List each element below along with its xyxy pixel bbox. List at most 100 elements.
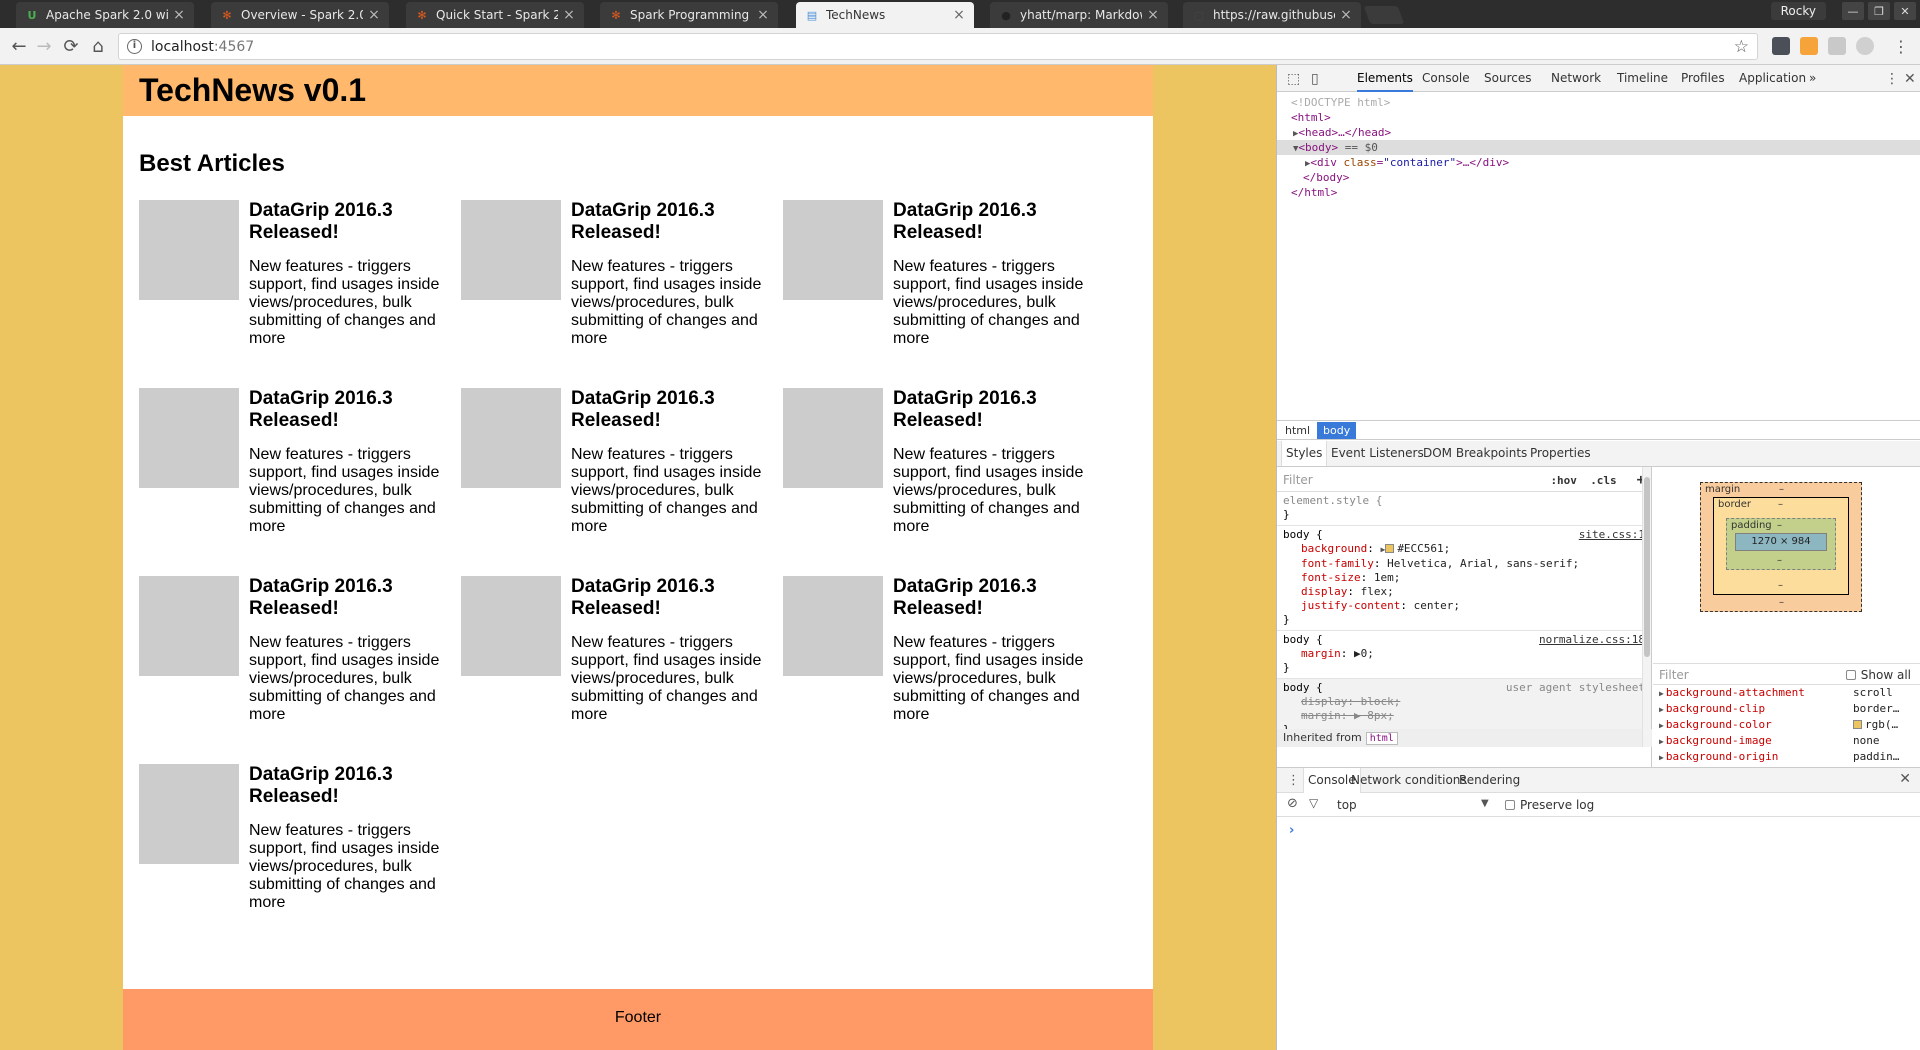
devtools-tab-console[interactable]: Console (1422, 65, 1470, 92)
browser-tab[interactable]: ✻ Spark Programming Gu × (600, 2, 778, 28)
close-tab-icon[interactable]: × (367, 7, 381, 23)
close-tab-icon[interactable]: × (562, 7, 576, 23)
browser-tab[interactable]: ● yhatt/marp: Markdown p × (990, 2, 1168, 28)
dom-div-container[interactable]: ▶<div class="container">…</div> (1277, 155, 1920, 170)
home-icon[interactable]: ⌂ (87, 36, 109, 58)
tab-properties[interactable]: Properties (1530, 441, 1591, 466)
inspect-element-icon[interactable]: ⬚ (1287, 71, 1300, 87)
css-property[interactable]: margin: ▶ 8px; (1283, 709, 1645, 723)
css-property[interactable]: font-family: Helvetica, Arial, sans-seri… (1283, 557, 1645, 571)
drawer-tab-rendering[interactable]: Rendering (1459, 768, 1520, 793)
address-bar[interactable]: i localhost:4567 ☆ (118, 33, 1758, 60)
extension-grid-icon[interactable] (1828, 37, 1846, 55)
filter-icon[interactable]: ▽ (1309, 796, 1318, 810)
computed-property[interactable]: ▶ background-origin paddin… (1653, 749, 1920, 765)
expand-triangle-icon[interactable]: ▶ (1659, 721, 1664, 730)
extension-tool-icon[interactable] (1800, 37, 1818, 55)
computed-property[interactable]: ▶ background-image none (1653, 733, 1920, 749)
rule-source-link[interactable]: normalize.css:18 (1539, 633, 1645, 647)
dom-html[interactable]: <html> (1277, 110, 1920, 125)
box-model-margin[interactable]: margin – border – padding – 1270 × 984 –… (1700, 482, 1862, 612)
menu-icon[interactable]: ⋮ (1890, 36, 1912, 58)
css-property[interactable]: display: flex; (1283, 585, 1645, 599)
extension-circle-icon[interactable] (1856, 37, 1874, 55)
devtools-tab-profiles[interactable]: Profiles (1681, 65, 1725, 92)
reload-icon[interactable]: ⟳ (60, 36, 82, 58)
hov-button[interactable]: :hov (1550, 474, 1577, 487)
breadcrumb-body[interactable]: body (1317, 422, 1357, 439)
dom-body[interactable]: ▼<body> == $0 (1277, 140, 1920, 155)
css-property[interactable]: justify-content: center; (1283, 599, 1645, 613)
close-drawer-icon[interactable]: ✕ (1899, 771, 1911, 787)
close-tab-icon[interactable]: × (1146, 7, 1160, 23)
inherited-tag[interactable]: html (1365, 732, 1398, 745)
cls-button[interactable]: .cls (1590, 474, 1617, 487)
css-property[interactable]: display: block; (1283, 695, 1645, 709)
scrollbar-thumb[interactable] (1644, 477, 1650, 657)
console-prompt[interactable]: › (1289, 823, 1294, 838)
color-swatch[interactable] (1385, 544, 1395, 553)
computed-property[interactable]: ▶ background-color rgb(… (1653, 717, 1920, 733)
expand-triangle-icon[interactable]: ▶ (1659, 689, 1664, 698)
context-selector[interactable]: top (1337, 798, 1357, 812)
css-rule[interactable]: body {normalize.css:18 margin: ▶0;} (1277, 631, 1651, 679)
expand-triangle-icon[interactable]: ▶ (1659, 737, 1664, 746)
show-all-checkbox[interactable] (1845, 670, 1856, 680)
tab-dom-breakpoints[interactable]: DOM Breakpoints (1423, 441, 1527, 466)
expand-triangle-icon[interactable]: ▶ (1659, 753, 1664, 762)
close-tab-icon[interactable]: × (756, 7, 770, 23)
back-icon[interactable]: ← (8, 36, 30, 58)
close-tab-icon[interactable]: × (1339, 7, 1353, 23)
css-property[interactable]: font-size: 1em; (1283, 571, 1645, 585)
element-style-rule[interactable]: element.style { } (1277, 492, 1651, 526)
styles-scrollbar[interactable] (1642, 467, 1651, 747)
box-model-padding[interactable]: padding – 1270 × 984 – (1726, 518, 1836, 570)
css-property[interactable]: margin: ▶0; (1283, 647, 1645, 661)
drawer-tab-network-conditions[interactable]: Network conditions (1351, 768, 1467, 793)
breadcrumb-html[interactable]: html (1279, 422, 1316, 439)
dom-head[interactable]: ▶<head>…</head> (1277, 125, 1920, 140)
css-rule[interactable]: body {site.css:1 background: ▶ #ECC561; fon… (1277, 526, 1651, 631)
extension-shield-icon[interactable] (1772, 37, 1790, 55)
computed-property[interactable]: ▶ background-attachment scroll (1653, 685, 1920, 701)
browser-tab[interactable]: ✻ Overview - Spark 2.0.2 D × (211, 2, 389, 28)
css-property[interactable]: background: ▶ #ECC561; (1283, 542, 1645, 557)
devtools-tab-sources[interactable]: Sources (1484, 65, 1531, 92)
restore-icon[interactable]: ❐ (1868, 2, 1890, 20)
rule-source-link[interactable]: site.css:1 (1579, 528, 1645, 542)
preserve-log-checkbox[interactable] (1505, 800, 1515, 810)
bookmark-star-icon[interactable]: ☆ (1734, 37, 1749, 57)
browser-tab[interactable]: ▤ TechNews × (796, 2, 974, 28)
browser-tab[interactable]: ▢ https://raw.githubuserc × (1183, 2, 1361, 28)
devtools-tab-application[interactable]: Application (1739, 65, 1806, 92)
browser-tab[interactable]: ✻ Quick Start - Spark 2.0.2 × (406, 2, 584, 28)
new-tab-button[interactable] (1363, 6, 1405, 24)
show-all-toggle[interactable]: Show all (1845, 668, 1911, 682)
dom-html-close[interactable]: </html> (1277, 185, 1920, 200)
devtools-tab-elements[interactable]: Elements (1357, 65, 1413, 92)
devtools-menu-icon[interactable]: ⋮ (1885, 71, 1899, 87)
info-icon[interactable]: i (127, 39, 142, 54)
tab-event-listeners[interactable]: Event Listeners (1331, 441, 1424, 466)
forward-icon[interactable]: → (33, 36, 55, 58)
close-tab-icon[interactable]: × (172, 7, 186, 23)
minimize-icon[interactable]: — (1842, 2, 1864, 20)
browser-tab[interactable]: U Apache Spark 2.0 with S × (16, 2, 194, 28)
devtools-tab-network[interactable]: Network (1551, 65, 1601, 92)
color-swatch[interactable] (1853, 720, 1862, 729)
more-tabs-icon[interactable]: » (1809, 65, 1816, 92)
clear-console-icon[interactable]: ⊘ (1287, 796, 1298, 811)
context-dropdown-icon[interactable]: ▼ (1481, 798, 1489, 809)
computed-property[interactable]: ▶ background-clip border… (1653, 701, 1920, 717)
computed-filter-input[interactable]: Filter (1659, 668, 1689, 682)
tab-styles[interactable]: Styles (1281, 441, 1328, 466)
drawer-menu-icon[interactable]: ⋮ (1287, 773, 1300, 788)
close-window-icon[interactable]: ✕ (1894, 2, 1916, 20)
expand-triangle-icon[interactable]: ▶ (1659, 705, 1664, 714)
box-model-content[interactable]: 1270 × 984 (1735, 533, 1827, 551)
close-tab-icon[interactable]: × (952, 7, 966, 23)
profile-button[interactable]: Rocky (1770, 2, 1826, 20)
dom-body-close[interactable]: </body> (1277, 170, 1920, 185)
device-toolbar-icon[interactable]: ▯ (1311, 71, 1319, 87)
box-model-border[interactable]: border – padding – 1270 × 984 – – (1713, 497, 1849, 595)
